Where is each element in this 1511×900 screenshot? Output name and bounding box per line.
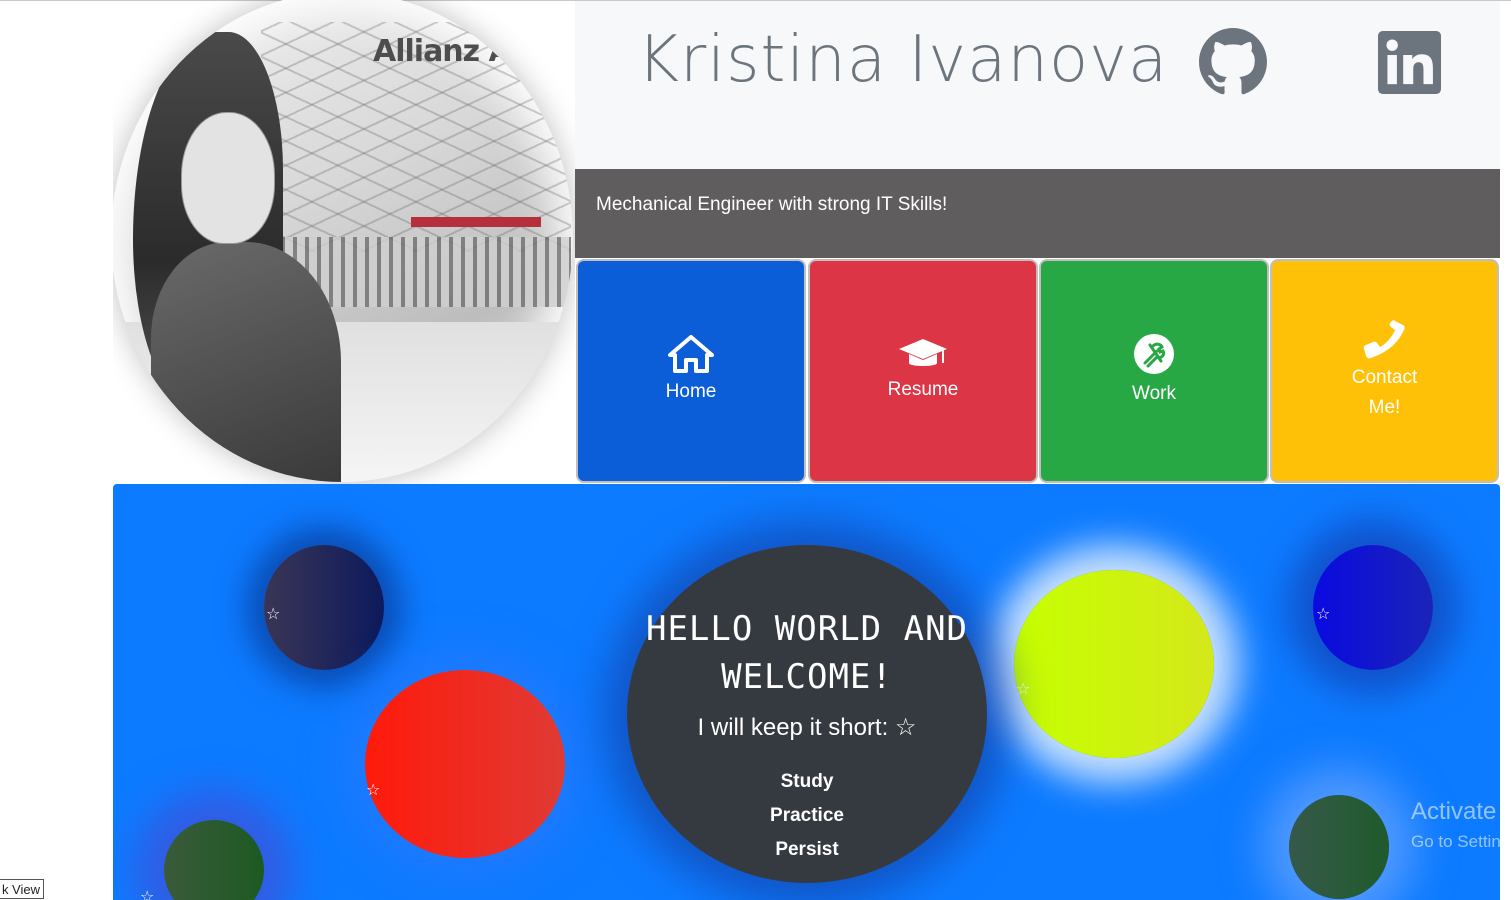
tagline-bar: Mechanical Engineer with strong IT Skill… xyxy=(575,169,1500,258)
decor-ball-navy xyxy=(264,545,384,670)
welcome-bubble: HELLO WORLD AND WELCOME! I will keep it … xyxy=(627,545,987,883)
nav-contact-label-line2: Me! xyxy=(1368,397,1401,418)
decor-ball-green-right xyxy=(1289,795,1389,899)
view-toggle-tab[interactable]: k View xyxy=(0,879,44,899)
home-icon xyxy=(668,335,714,373)
welcome-heading: HELLO WORLD AND WELCOME! xyxy=(627,605,987,701)
windows-activation-subtitle: Go to Setting xyxy=(1411,832,1511,851)
star-icon: ☆ xyxy=(140,887,155,900)
nav-tile-home[interactable]: Home xyxy=(578,261,804,481)
github-icon[interactable] xyxy=(1199,28,1267,96)
photo-arena-sign: Allianz Are xyxy=(373,34,545,69)
windows-activation-title: Activate W xyxy=(1411,798,1511,825)
site-title: Kristina Ivanova xyxy=(637,23,1169,97)
step-item: Practice xyxy=(770,805,844,826)
step-item: Study xyxy=(780,771,834,792)
welcome-subheading: I will keep it short: ☆ xyxy=(697,714,917,741)
welcome-steps: Study Practice Persist xyxy=(627,765,987,867)
nav-tile-contact[interactable]: Contact Me! xyxy=(1272,261,1497,481)
photo-jacket xyxy=(151,242,341,482)
nav-home-label: Home xyxy=(665,381,717,402)
nav-work-label: Work xyxy=(1132,383,1176,404)
profile-photo: Allianz Are xyxy=(113,0,573,482)
phone-icon xyxy=(1363,320,1405,359)
decor-ball-red xyxy=(365,670,565,858)
graduation-cap-icon xyxy=(899,339,947,366)
decor-ball-yellow xyxy=(1014,570,1214,758)
photo-stadium-banner xyxy=(411,217,541,227)
nav-tile-work[interactable]: Work xyxy=(1041,261,1267,481)
welcome-heading-line1: HELLO WORLD AND xyxy=(645,609,969,649)
decor-ball-green-left xyxy=(164,820,264,900)
photo-face xyxy=(181,112,275,244)
welcome-heading-line2: WELCOME! xyxy=(721,657,893,697)
star-icon: ☆ xyxy=(266,604,281,623)
nav-tile-resume[interactable]: Resume xyxy=(810,261,1036,481)
nav-resume-label: Resume xyxy=(887,379,959,400)
hero-section: ☆ ☆ ☆ ☆ ☆ HELLO WORLD AND WELCOME! I wil… xyxy=(113,484,1500,900)
nav-contact-label-line1: Contact xyxy=(1351,367,1418,388)
tools-icon xyxy=(1134,334,1174,374)
decor-ball-blue xyxy=(1313,545,1433,670)
star-icon: ☆ xyxy=(1316,604,1331,623)
linkedin-icon[interactable] xyxy=(1378,31,1441,94)
step-item: Persist xyxy=(775,839,839,860)
star-icon: ☆ xyxy=(366,780,381,799)
tagline-text: Mechanical Engineer with strong IT Skill… xyxy=(596,194,948,215)
site-header: Kristina Ivanova xyxy=(575,1,1500,169)
profile-photo-container: Allianz Are xyxy=(113,0,575,484)
star-icon: ☆ xyxy=(1016,679,1031,698)
